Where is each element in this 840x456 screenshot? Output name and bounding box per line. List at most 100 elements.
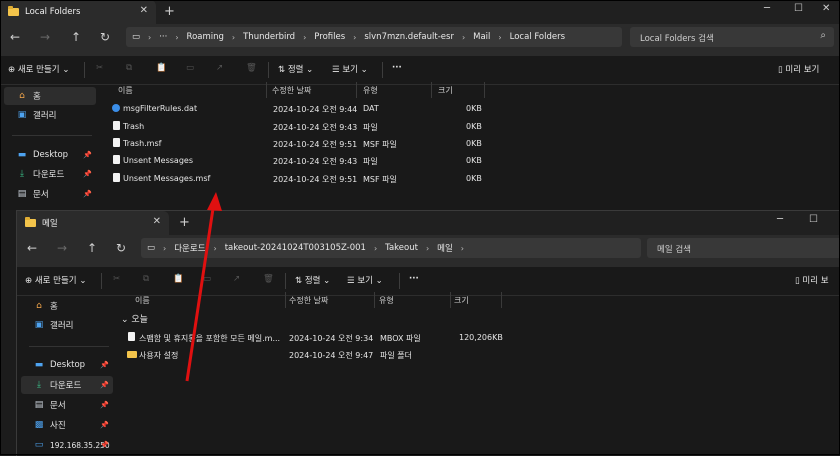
share-icon[interactable]: ↗: [233, 274, 240, 284]
column-date[interactable]: 수정한 날짜: [272, 85, 311, 96]
sidebar-item-pictures[interactable]: ▩ 사진 📌: [21, 416, 113, 434]
back-button[interactable]: ←: [27, 241, 37, 255]
sidebar-item-label: 문서: [50, 401, 66, 411]
column-headers: 이름 수정한 날짜 유형 크기: [117, 292, 517, 308]
breadcrumb-item[interactable]: takeout-20241024T003105Z-001: [225, 243, 366, 253]
delete-icon[interactable]: 🗑: [263, 274, 274, 284]
refresh-button[interactable]: ↻: [100, 30, 110, 44]
view-button[interactable]: ☰ 보기 ⌄: [332, 63, 368, 75]
column-size[interactable]: 크기: [438, 85, 453, 96]
file-date: 2024-10-24 오전 9:44: [273, 105, 358, 114]
breadcrumb-overflow[interactable]: ···: [159, 32, 167, 42]
file-list: 이름 수정한 날짜 유형 크기 ⌄ 오늘 스팸함 및 휴지통을 포함한 모든 메…: [117, 292, 840, 456]
file-name: Unsent Messages: [123, 156, 193, 165]
sort-button[interactable]: ⇅ 정렬 ⌄: [278, 63, 313, 75]
maximize-button[interactable]: ☐: [794, 3, 803, 14]
sidebar-item-downloads[interactable]: ⤓ 다운로드 📌: [21, 376, 113, 394]
breadcrumb-item[interactable]: slvn7mzn.default-esr: [364, 32, 454, 42]
sidebar-item-downloads[interactable]: ⤓ 다운로드 📌: [4, 165, 96, 183]
file-row[interactable]: 스팸함 및 휴지통을 포함한 모든 메일.m... 2024-10-24 오전 …: [117, 329, 517, 346]
sidebar-item-gallery[interactable]: ▣ 갤러리: [21, 316, 113, 334]
share-icon[interactable]: ↗: [216, 63, 223, 73]
new-button[interactable]: ⊕ 새로 만들기 ⌄: [8, 63, 69, 75]
cut-icon[interactable]: ✂: [96, 63, 103, 73]
new-tab-button[interactable]: +: [164, 4, 175, 19]
forward-button[interactable]: →: [57, 241, 67, 255]
search-placeholder: 메일 검색: [657, 245, 691, 255]
minimize-button[interactable]: ─: [764, 3, 770, 14]
maximize-button[interactable]: ☐: [809, 214, 818, 225]
breadcrumb-item[interactable]: Mail: [473, 32, 490, 42]
file-row[interactable]: Unsent Messages 2024-10-24 오전 9:43 파일 0K…: [106, 152, 506, 169]
file-date: 2024-10-24 오전 9:43: [273, 123, 358, 132]
sidebar-item-home[interactable]: ⌂ 홈: [21, 297, 113, 315]
minimize-button[interactable]: ─: [777, 214, 783, 225]
breadcrumb-item[interactable]: Roaming: [187, 32, 224, 42]
back-button[interactable]: ←: [10, 30, 20, 44]
sidebar-item-label: 문서: [33, 190, 49, 200]
sidebar-item-label: 다운로드: [33, 170, 65, 180]
paste-icon[interactable]: 📋: [156, 63, 167, 73]
sidebar-item-documents[interactable]: ▤ 문서 📌: [4, 185, 96, 203]
delete-icon[interactable]: 🗑: [246, 63, 257, 73]
breadcrumb-item[interactable]: Profiles: [314, 32, 345, 42]
paste-icon[interactable]: 📋: [173, 274, 184, 284]
explorer-window-local-folders: Local Folders ✕ + ─ ☐ ✕ ← → ↑ ↻ ▭ › ··· …: [0, 0, 840, 210]
forward-button[interactable]: →: [40, 30, 50, 44]
file-row[interactable]: 사용자 설정 2024-10-24 오전 9:47 파일 폴더: [117, 346, 517, 363]
breadcrumb[interactable]: ▭ › ··· › Roaming › Thunderbird › Profil…: [126, 27, 622, 47]
sidebar-item-desktop[interactable]: ▬ Desktop 📌: [4, 146, 96, 164]
breadcrumb[interactable]: ▭ › 다운로드 › takeout-20241024T003105Z-001 …: [141, 238, 641, 258]
sidebar-item-network-drive[interactable]: ▭ 192.168.35.250 📌: [21, 436, 113, 454]
view-label: 보기: [342, 65, 358, 75]
file-row[interactable]: Trash 2024-10-24 오전 9:43 파일 0KB: [106, 118, 506, 135]
sidebar-item-gallery[interactable]: ▣ 갤러리: [4, 106, 96, 124]
breadcrumb-item[interactable]: 다운로드: [174, 242, 205, 254]
sidebar-item-label: Desktop: [33, 150, 69, 160]
breadcrumb-item[interactable]: Local Folders: [510, 32, 565, 42]
sidebar-item-desktop[interactable]: ▬ Desktop 📌: [21, 356, 113, 374]
file-icon: [113, 173, 120, 182]
up-button[interactable]: ↑: [87, 241, 97, 255]
group-header-today[interactable]: ⌄ 오늘: [121, 312, 148, 325]
cut-icon[interactable]: ✂: [113, 274, 120, 284]
rename-icon[interactable]: ▭: [186, 63, 194, 73]
close-tab-icon[interactable]: ✕: [140, 5, 148, 16]
breadcrumb-item[interactable]: 메일: [437, 242, 453, 254]
search-input[interactable]: 메일 검색: [647, 238, 840, 258]
tab-local-folders[interactable]: Local Folders ✕: [0, 0, 156, 24]
file-date: 2024-10-24 오전 9:34: [289, 334, 374, 343]
column-type[interactable]: 유형: [363, 85, 378, 96]
more-options-button[interactable]: ···: [392, 63, 402, 73]
search-input[interactable]: Local Folders 검색 ⌕: [630, 27, 834, 47]
rename-icon[interactable]: ▭: [203, 274, 211, 284]
desktop-icon: ▬: [34, 360, 44, 370]
column-date[interactable]: 수정한 날짜: [289, 295, 328, 306]
copy-icon[interactable]: ⧉: [126, 63, 132, 73]
copy-icon[interactable]: ⧉: [143, 274, 149, 284]
file-row[interactable]: msgFilterRules.dat 2024-10-24 오전 9:44 DA…: [106, 100, 506, 117]
column-name[interactable]: 이름: [135, 295, 150, 306]
view-button[interactable]: ☰ 보기 ⌄: [347, 274, 383, 286]
file-row[interactable]: Unsent Messages.msf 2024-10-24 오전 9:51 M…: [106, 170, 506, 187]
sort-button[interactable]: ⇅ 정렬 ⌄: [295, 274, 330, 286]
close-tab-icon[interactable]: ✕: [153, 216, 161, 227]
group-label: 오늘: [131, 315, 148, 325]
file-row[interactable]: Trash.msf 2024-10-24 오전 9:51 MSF 파일 0KB: [106, 135, 506, 152]
up-button[interactable]: ↑: [71, 30, 81, 44]
breadcrumb-item[interactable]: Thunderbird: [243, 32, 295, 42]
close-window-button[interactable]: ✕: [822, 3, 830, 14]
column-name[interactable]: 이름: [118, 85, 133, 96]
column-size[interactable]: 크기: [454, 295, 469, 306]
column-type[interactable]: 유형: [379, 295, 394, 306]
preview-pane-button[interactable]: ▯ 미리 보: [795, 274, 829, 286]
tab-mail[interactable]: 메일 ✕: [17, 211, 169, 235]
new-tab-button[interactable]: +: [179, 215, 190, 230]
preview-pane-button[interactable]: ▯ 미리 보기: [778, 63, 819, 75]
sidebar-item-home[interactable]: ⌂ 홈: [4, 87, 96, 105]
sidebar-item-documents[interactable]: ▤ 문서 📌: [21, 396, 113, 414]
refresh-button[interactable]: ↻: [116, 241, 126, 255]
breadcrumb-item[interactable]: Takeout: [385, 243, 418, 253]
new-button[interactable]: ⊕ 새로 만들기 ⌄: [25, 274, 86, 286]
more-options-button[interactable]: ···: [409, 274, 419, 284]
